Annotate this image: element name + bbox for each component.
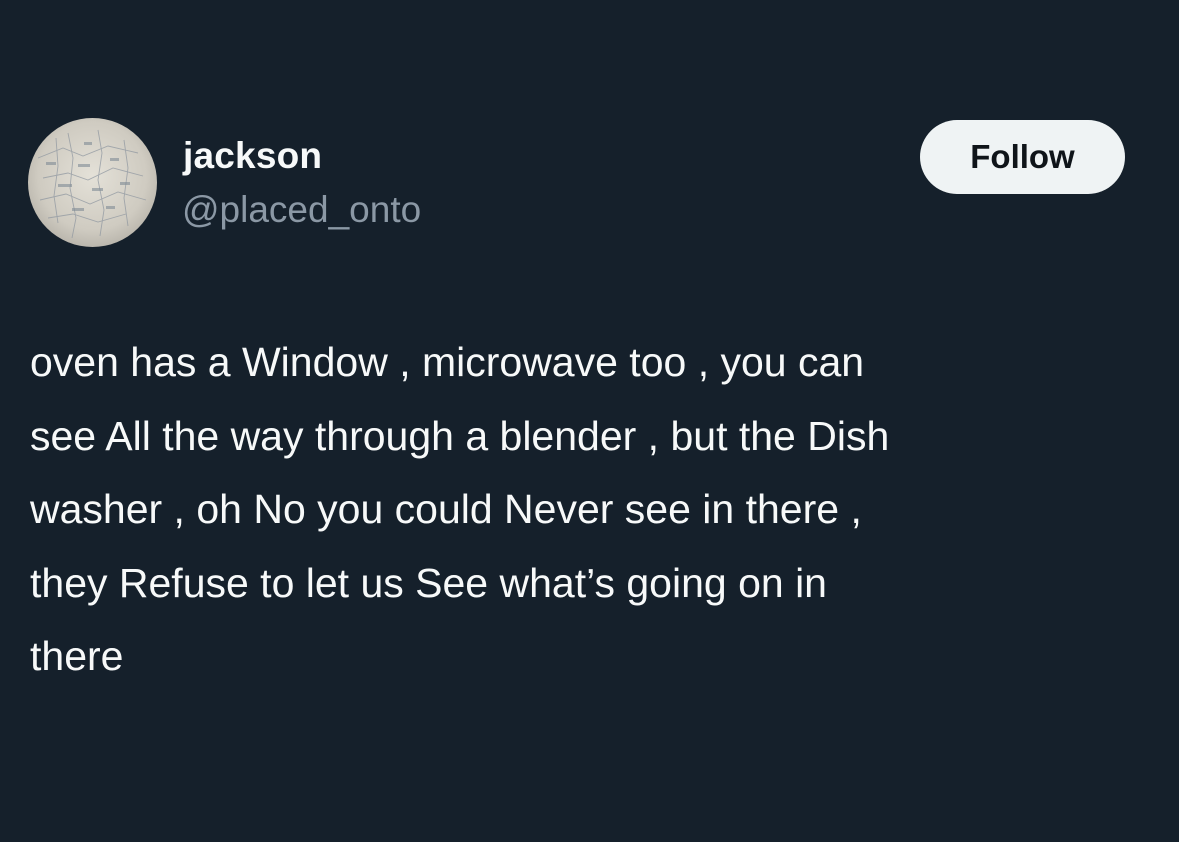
post-text-line: there [30,633,124,679]
post-text-line: they Refuse to let us See what’s going o… [30,559,827,606]
post-card: jackson @placed_onto Follow oven has a W… [0,0,1179,842]
avatar[interactable] [28,118,157,247]
post-text-line: oven has a Window , microwave too , you … [30,339,865,385]
follow-button[interactable]: Follow [920,120,1125,194]
author-handle[interactable]: @placed_onto [182,188,421,232]
post-text: oven has a Window , microwave too , you … [30,326,1140,694]
post-text-line: washer , oh No you could Never see in th… [30,486,862,532]
avatar-image-icon [28,118,157,247]
author-display-name[interactable]: jackson [183,134,322,178]
post-text-line: see All the way through a blender , but … [30,412,890,459]
